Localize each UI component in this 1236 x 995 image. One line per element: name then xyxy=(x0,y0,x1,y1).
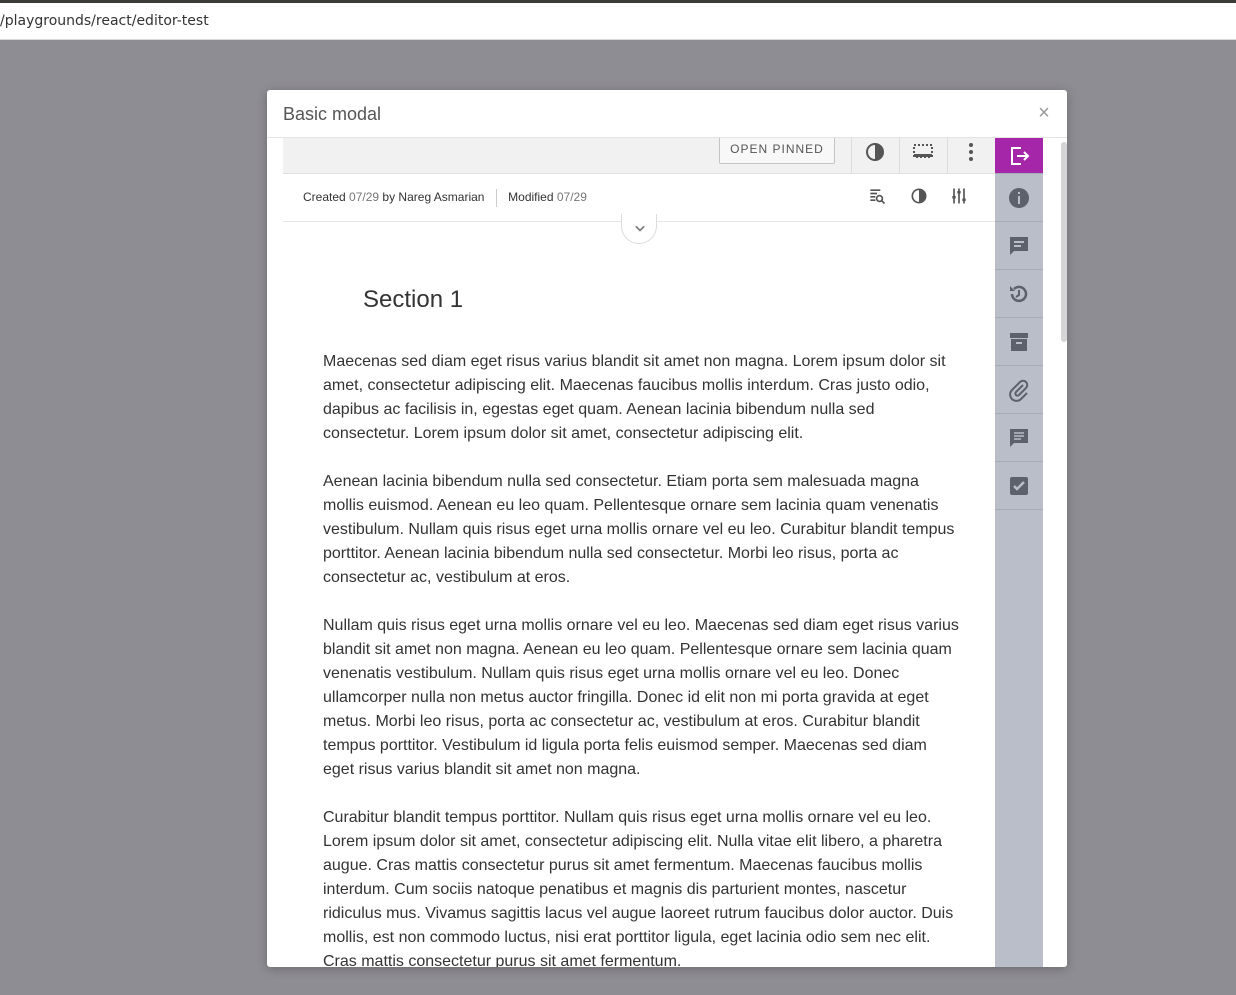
browser-url-bar[interactable]: /playgrounds/react/editor-test xyxy=(0,0,1236,40)
toolbar-divider xyxy=(947,138,948,174)
basic-modal: Basic modal × OPEN PINNED Created 07/29 xyxy=(267,90,1067,967)
contrast-icon[interactable] xyxy=(909,186,929,206)
comments-icon[interactable] xyxy=(995,222,1043,270)
modal-title: Basic modal xyxy=(283,104,382,124)
notes-icon[interactable] xyxy=(995,414,1043,462)
tune-icon[interactable] xyxy=(949,186,969,206)
side-panel-rail xyxy=(995,138,1043,967)
tasks-icon[interactable] xyxy=(995,462,1043,510)
info-icon[interactable] xyxy=(995,174,1043,222)
chevron-down-icon xyxy=(635,225,645,232)
paragraph: Aenean lacinia bibendum nulla sed consec… xyxy=(323,473,955,586)
section-title: Section 1 xyxy=(363,286,464,313)
page-layout-icon[interactable] xyxy=(911,140,935,164)
paragraph: Curabitur blandit tempus porttitor. Null… xyxy=(323,809,954,967)
toolbar-divider xyxy=(899,138,900,174)
open-pinned-button[interactable]: OPEN PINNED xyxy=(719,138,835,164)
attachment-icon[interactable] xyxy=(995,366,1043,414)
created-label: Created xyxy=(303,190,346,205)
archive-icon[interactable] xyxy=(995,318,1043,366)
history-icon[interactable] xyxy=(995,270,1043,318)
contrast-icon[interactable] xyxy=(863,140,887,164)
modal-header: Basic modal × xyxy=(267,90,1067,138)
editor-panel: OPEN PINNED Created 07/29 by Nareg Asmar… xyxy=(283,138,995,967)
modified-label: Modified xyxy=(508,190,554,205)
scrollbar-thumb[interactable] xyxy=(1061,142,1067,342)
more-vert-icon[interactable] xyxy=(959,140,983,164)
toolbar-divider xyxy=(851,138,852,174)
document-content[interactable]: Maecenas sed diam eget risus varius blan… xyxy=(323,350,959,967)
close-icon[interactable]: × xyxy=(1033,102,1055,124)
paragraph: Maecenas sed diam eget risus varius blan… xyxy=(323,353,946,442)
collapse-toggle-button[interactable] xyxy=(621,214,657,244)
find-in-page-icon[interactable] xyxy=(867,186,887,206)
paragraph: Nullam quis risus eget urna mollis ornar… xyxy=(323,617,959,778)
document-meta: Created 07/29 by Nareg Asmarian Modified… xyxy=(303,189,587,207)
created-date: 07/29 xyxy=(349,190,380,205)
modified-date: 07/29 xyxy=(556,190,587,205)
editor-toolbar: OPEN PINNED xyxy=(283,138,995,174)
author-label: by Nareg Asmarian xyxy=(382,190,485,205)
meta-divider xyxy=(495,189,497,207)
url-text[interactable]: /playgrounds/react/editor-test xyxy=(0,13,209,29)
exit-panel-icon[interactable] xyxy=(995,138,1043,174)
